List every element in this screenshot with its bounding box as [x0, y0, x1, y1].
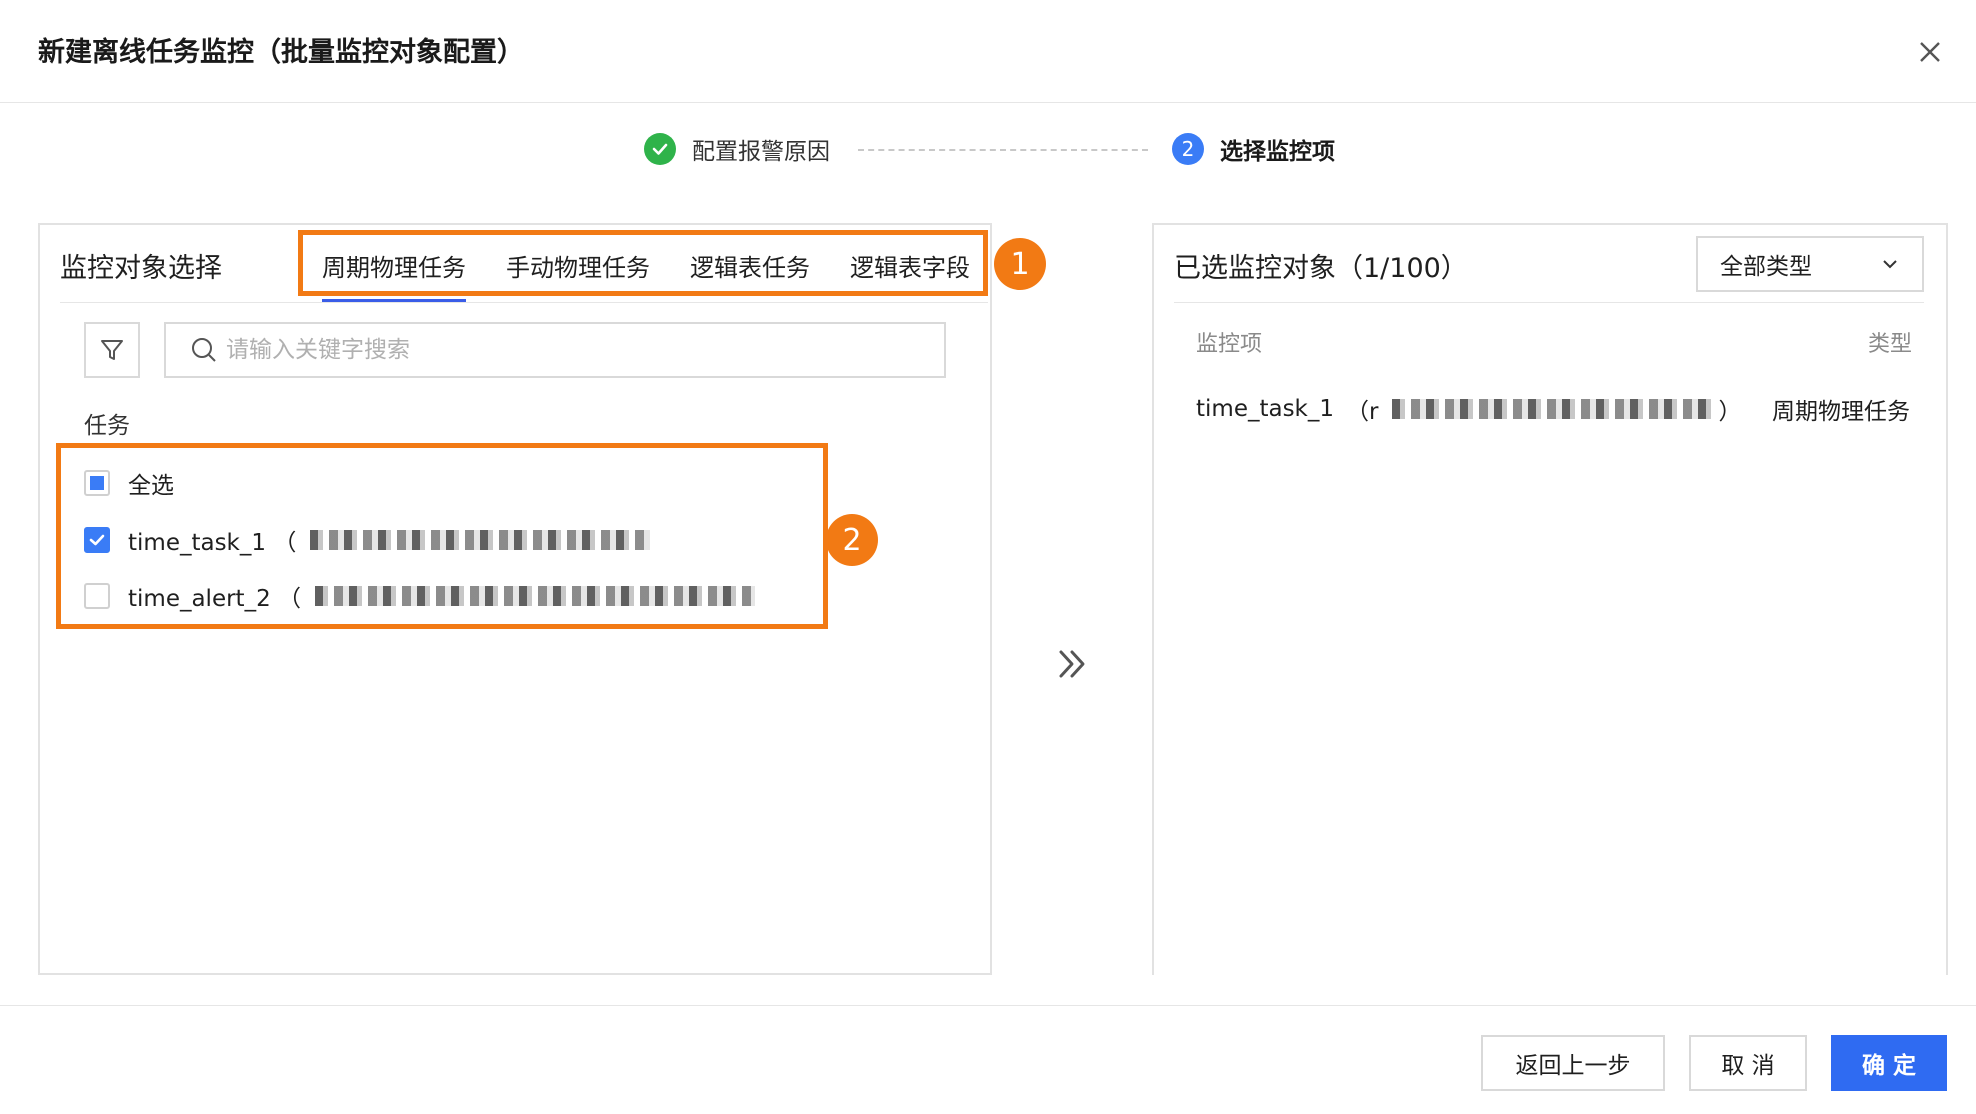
tabs-highlight-box: [298, 230, 988, 296]
confirm-button[interactable]: 确 定: [1831, 1035, 1947, 1091]
search-icon: [192, 338, 216, 362]
selected-item-close: ）: [1718, 399, 1742, 425]
task-label: time_task_1 （: [128, 530, 297, 556]
selected-item-name: time_task_1: [1196, 396, 1335, 422]
column-header-type: 类型: [1868, 332, 1913, 357]
redacted-text: [1392, 399, 1713, 419]
chevron-down-icon: [1883, 260, 1897, 269]
right-panel-title: 已选监控对象（1/100）: [1174, 253, 1468, 284]
type-select-value: 全部类型: [1720, 254, 1812, 280]
select-all-label: 全选: [128, 473, 174, 499]
close-icon[interactable]: [1912, 34, 1948, 70]
selected-objects-panel: [1152, 223, 1948, 975]
cancel-button[interactable]: 取 消: [1689, 1035, 1807, 1091]
check-icon: [89, 534, 105, 546]
step-1-label: 配置报警原因: [692, 139, 830, 165]
task-label: time_alert_2 （: [128, 586, 302, 612]
search-field[interactable]: [164, 322, 946, 378]
check-icon: [644, 133, 676, 165]
header-divider: [0, 102, 1976, 103]
back-button[interactable]: 返回上一步: [1481, 1035, 1665, 1091]
step-configure-reason: 配置报警原因: [644, 132, 830, 166]
select-all-row[interactable]: 全选: [84, 466, 174, 500]
redacted-text: [310, 530, 651, 550]
task-row-time-task-1[interactable]: time_task_1 （: [84, 523, 651, 557]
column-header-item: 监控项: [1196, 332, 1263, 357]
type-filter-select[interactable]: 全部类型: [1696, 236, 1924, 292]
left-panel-title: 监控对象选择: [60, 253, 222, 284]
step-connector: [858, 149, 1148, 151]
search-input[interactable]: [226, 337, 926, 363]
task-row-time-alert-2[interactable]: time_alert_2 （: [84, 579, 756, 613]
selected-item-prefix: （r: [1346, 399, 1379, 425]
annotation-badge-2: 2: [826, 514, 878, 566]
select-all-checkbox[interactable]: [84, 470, 110, 496]
footer-divider: [0, 1005, 1976, 1006]
transfer-right-icon[interactable]: [1058, 644, 1088, 684]
step-select-items: 2 选择监控项: [1172, 132, 1335, 166]
step-2-number: 2: [1172, 133, 1204, 165]
selected-item-type: 周期物理任务: [1772, 399, 1910, 425]
right-panel-divider: [1174, 302, 1924, 303]
step-2-label: 选择监控项: [1220, 139, 1335, 165]
left-panel-divider: [60, 302, 988, 303]
redacted-text: [315, 586, 756, 606]
task-checkbox-unchecked[interactable]: [84, 583, 110, 609]
filter-icon: [101, 340, 123, 360]
filter-button[interactable]: [84, 322, 140, 378]
task-checkbox-checked[interactable]: [84, 527, 110, 553]
task-section-label: 任务: [84, 413, 130, 439]
selected-item[interactable]: time_task_1 （r ）: [1196, 392, 1741, 426]
dialog-title: 新建离线任务监控（批量监控对象配置）: [38, 37, 524, 68]
annotation-badge-1: 1: [994, 238, 1046, 290]
